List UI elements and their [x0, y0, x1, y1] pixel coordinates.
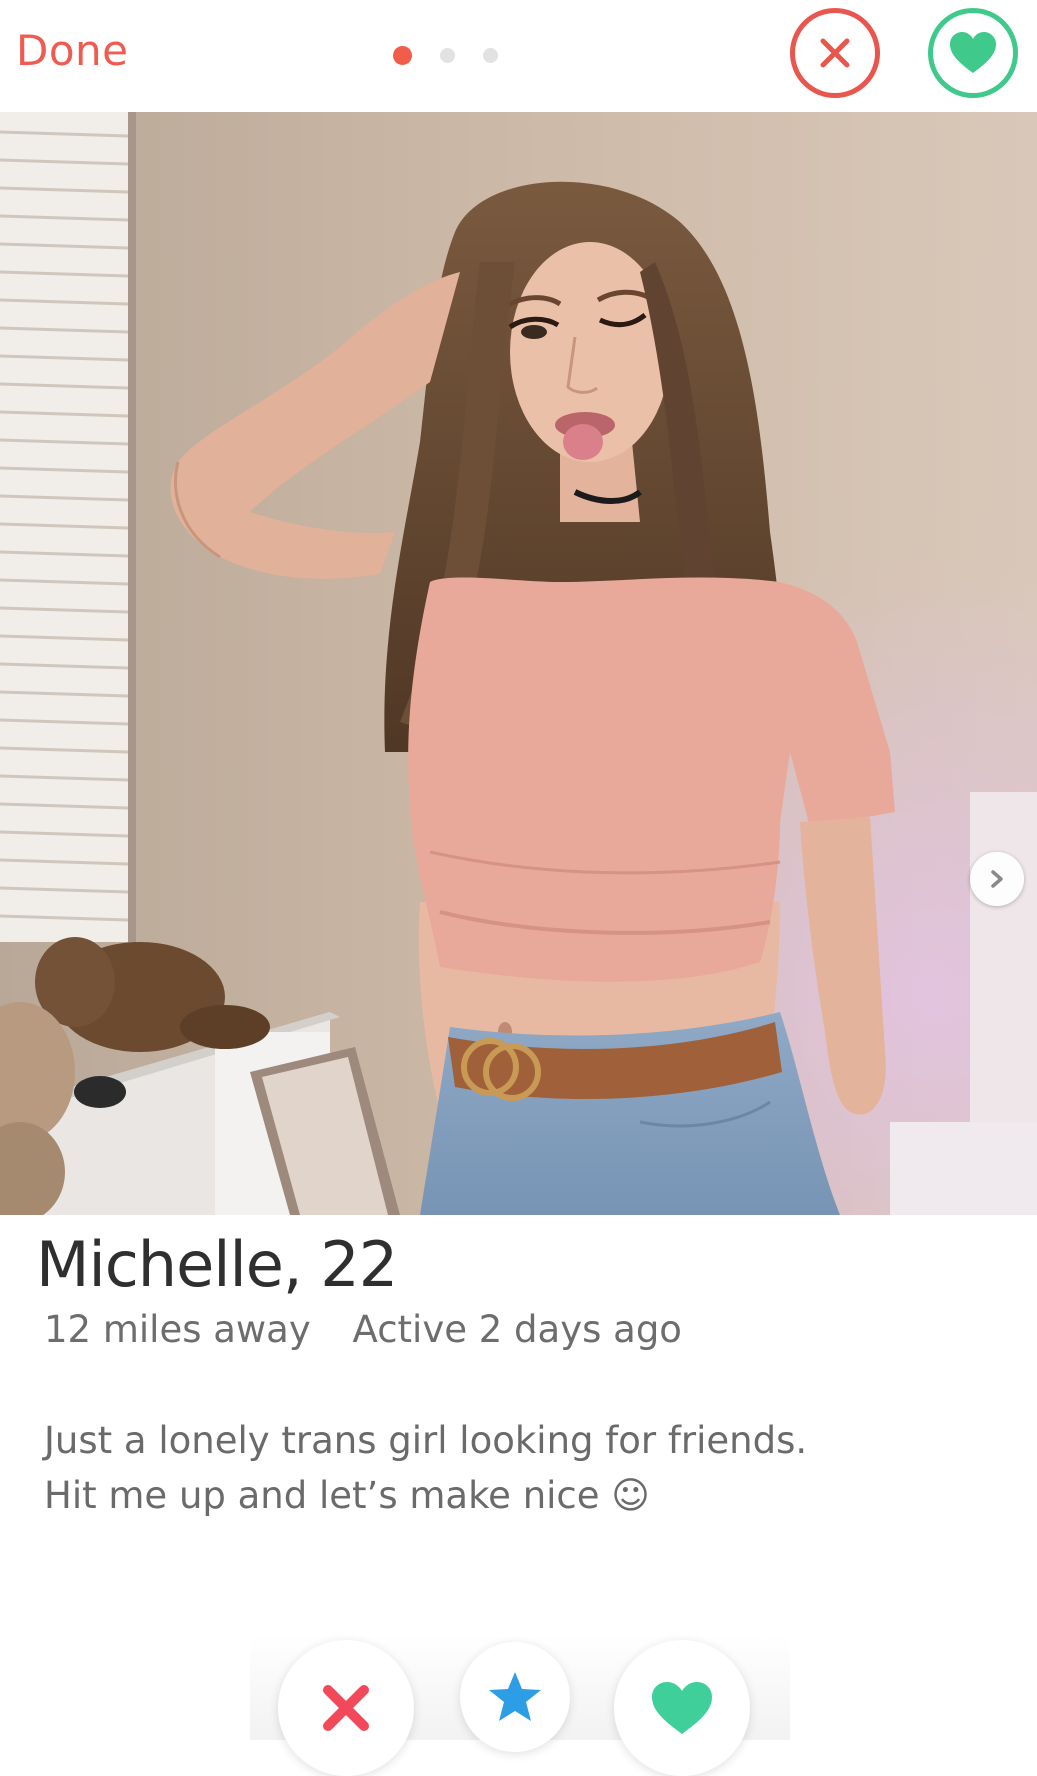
- next-photo-button[interactable]: [970, 852, 1024, 906]
- chevron-right-icon: [991, 870, 1003, 888]
- star-icon: [489, 1672, 541, 1721]
- profile-bio: Just a lonely trans girl looking for fri…: [44, 1413, 807, 1523]
- x-icon: [820, 38, 850, 68]
- bio-line: Just a lonely trans girl looking for fri…: [44, 1419, 808, 1462]
- pagination-dot[interactable]: [440, 48, 455, 63]
- profile-meta: 12 miles away Active 2 days ago: [44, 1308, 682, 1351]
- x-icon: [323, 1685, 369, 1731]
- bio-line: Hit me up and let’s make nice ☺: [44, 1474, 650, 1517]
- pagination-dot-active[interactable]: [393, 46, 412, 65]
- pagination-dot[interactable]: [483, 48, 498, 63]
- like-button[interactable]: [614, 1640, 750, 1776]
- nope-button[interactable]: [278, 1640, 414, 1776]
- profile-photo-image: [0, 112, 1037, 1215]
- done-button[interactable]: Done: [16, 26, 129, 75]
- photo-pagination: [393, 46, 498, 65]
- super-like-button[interactable]: [460, 1642, 570, 1752]
- distance-text: 12 miles away: [44, 1308, 311, 1351]
- top-nope-button[interactable]: [790, 8, 880, 98]
- profile-name-age: Michelle, 22: [36, 1228, 398, 1301]
- heart-icon: [652, 1682, 712, 1734]
- profile-photo[interactable]: [0, 112, 1037, 1215]
- activity-text: Active 2 days ago: [352, 1308, 682, 1351]
- top-like-button[interactable]: [928, 8, 1018, 98]
- heart-icon: [950, 32, 996, 73]
- top-bar: Done: [0, 0, 1037, 112]
